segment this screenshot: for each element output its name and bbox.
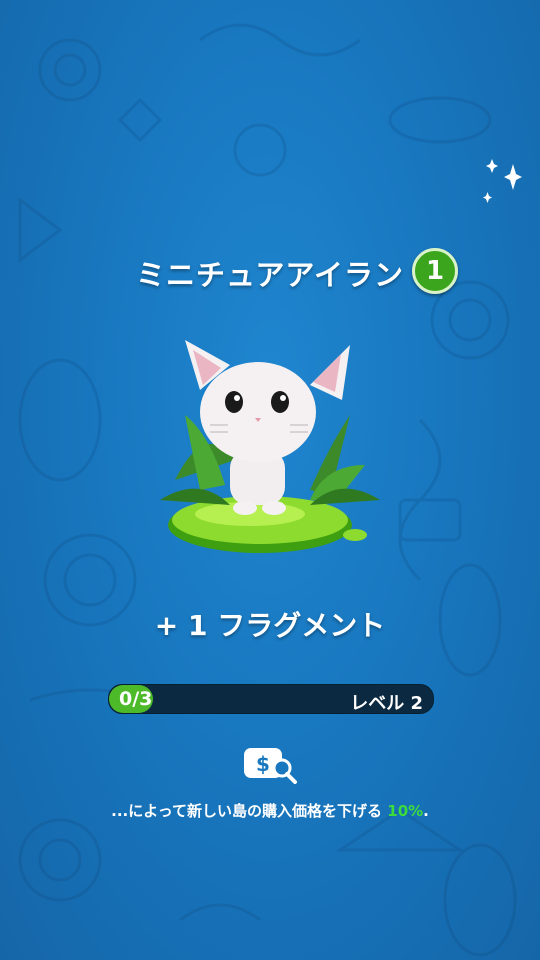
bonus-text: ...によって新しい島の購入価格を下げる bbox=[111, 802, 383, 820]
price-tag-search-icon: $ bbox=[244, 748, 297, 784]
title-row: ミニチュアアイラン bbox=[0, 252, 540, 294]
fragment-reward-label: + 1 フラグメント bbox=[154, 609, 386, 642]
bonus-suffix: . bbox=[423, 802, 429, 820]
bonus-percent: 10% bbox=[387, 802, 424, 820]
svg-text:$: $ bbox=[256, 752, 270, 776]
sparkle-icon bbox=[483, 159, 522, 203]
white-cat-icon bbox=[160, 340, 380, 553]
next-level-label: レベル 2 bbox=[350, 693, 423, 714]
progress-bar: 0/3 レベル 2 bbox=[108, 684, 434, 714]
pet-name-title: ミニチュアアイラン bbox=[136, 258, 404, 292]
bonus-description: ...によって新しい島の購入価格を下げる 10%. bbox=[80, 800, 460, 822]
level-badge: 1 bbox=[412, 248, 458, 294]
progress-count: 0/3 bbox=[119, 688, 153, 710]
